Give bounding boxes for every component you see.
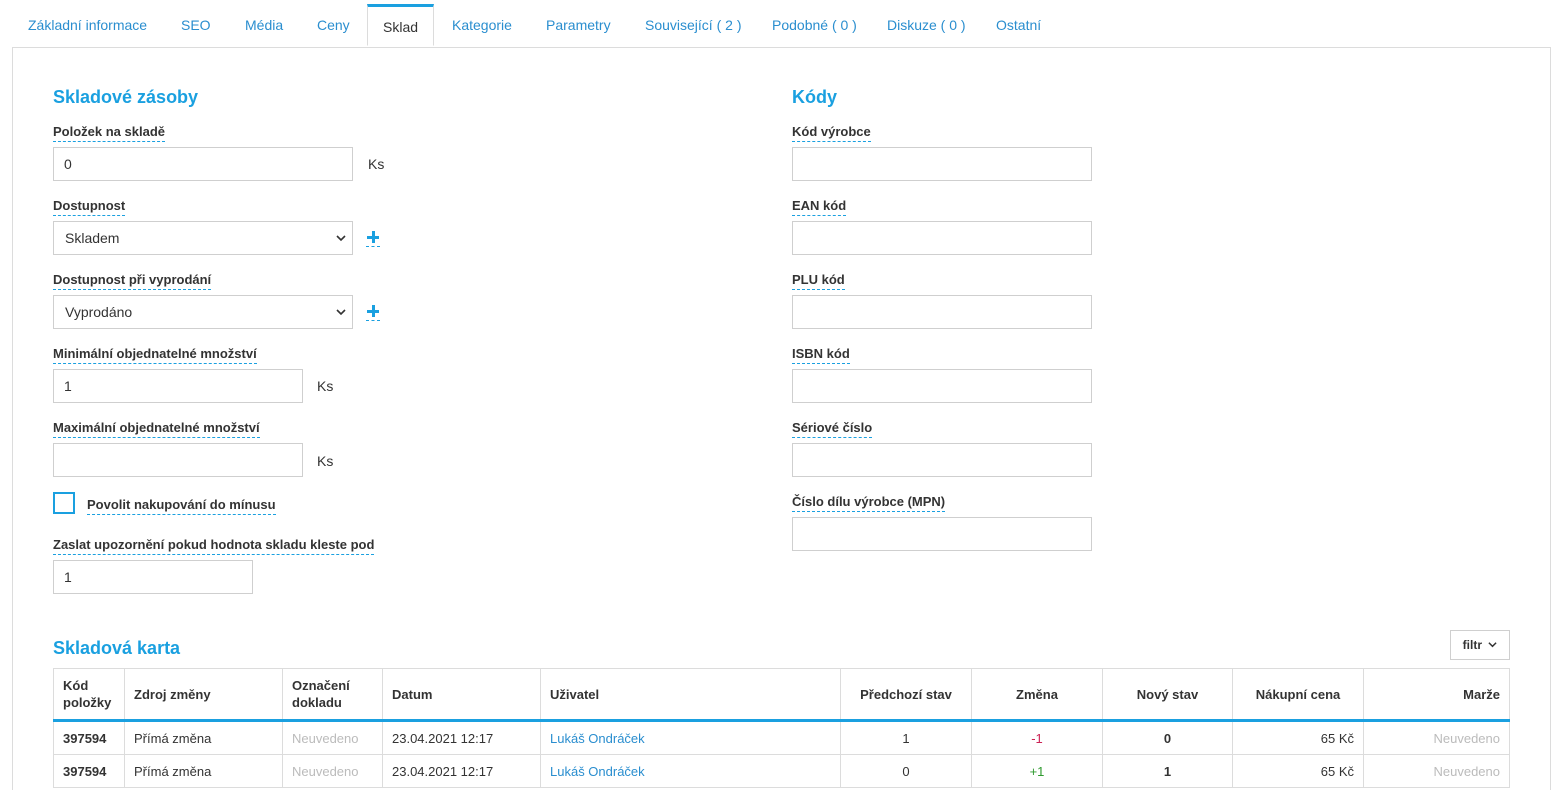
filter-label: filtr xyxy=(1462,638,1482,652)
col-date: Datum xyxy=(382,668,541,722)
serial-number-label: Sériové číslo xyxy=(792,420,873,438)
tab-parameters[interactable]: Parametry xyxy=(546,4,611,46)
availability-select[interactable]: Skladem xyxy=(53,221,353,255)
notify-input[interactable]: 1 xyxy=(53,560,253,594)
mpn-input[interactable] xyxy=(792,517,1092,551)
purchase-price: 65 Kč xyxy=(1232,720,1364,755)
margin: Neuvedeno xyxy=(1363,720,1510,755)
add-availability-sold-out-plus-icon[interactable] xyxy=(366,304,380,321)
col-document: Označení dokladu xyxy=(282,668,383,722)
codes-heading: Kódy xyxy=(792,87,837,107)
table-row: 397594 Přímá změna Neuvedeno 23.04.2021 … xyxy=(53,720,1510,755)
item-code: 397594 xyxy=(53,754,125,788)
col-change: Změna xyxy=(971,668,1103,722)
date: 23.04.2021 12:17 xyxy=(382,754,541,788)
margin: Neuvedeno xyxy=(1363,754,1510,788)
min-qty-unit: Ks xyxy=(317,378,334,394)
items-on-stock-label: Položek na skladě xyxy=(53,124,165,142)
ean-code-input[interactable] xyxy=(792,221,1092,255)
user-link[interactable]: Lukáš Ondráček xyxy=(540,720,841,755)
change-value: +1 xyxy=(971,754,1103,788)
tab-basic-info[interactable]: Základní informace xyxy=(28,4,147,46)
allow-negative-label[interactable]: Povolit nakupování do mínusu xyxy=(87,497,276,515)
tab-bar: Základní informace SEO Média Ceny Sklad … xyxy=(12,4,1551,48)
items-on-stock-input[interactable]: 0 xyxy=(53,147,353,181)
change-value: -1 xyxy=(971,720,1103,755)
stock-card-table: Kód položky Zdroj změny Označení dokladu… xyxy=(53,668,1510,788)
chevron-down-icon xyxy=(336,309,346,316)
availability-value: Skladem xyxy=(65,230,120,246)
availability-sold-out-label: Dostupnost při vyprodání xyxy=(53,272,212,290)
allow-negative-checkbox[interactable] xyxy=(53,492,75,514)
availability-label: Dostupnost xyxy=(53,198,126,216)
stock-card-heading: Skladová karta xyxy=(53,638,181,658)
previous-state: 0 xyxy=(840,754,972,788)
filter-button[interactable]: filtr xyxy=(1450,630,1510,660)
tab-discussion[interactable]: Diskuze ( 0 ) xyxy=(887,4,966,46)
change-source: Přímá změna xyxy=(124,720,283,755)
document: Neuvedeno xyxy=(282,720,383,755)
new-state: 0 xyxy=(1102,720,1233,755)
notify-label: Zaslat upozornění pokud hodnota skladu k… xyxy=(53,537,375,555)
new-state: 1 xyxy=(1102,754,1233,788)
document: Neuvedeno xyxy=(282,754,383,788)
mpn-label: Číslo dílu výrobce (MPN) xyxy=(792,494,946,512)
tab-stock[interactable]: Sklad xyxy=(367,4,434,46)
plu-code-label: PLU kód xyxy=(792,272,845,290)
min-qty-label: Minimální objednatelné množství xyxy=(53,346,257,364)
items-on-stock-unit: Ks xyxy=(368,156,385,172)
tab-prices[interactable]: Ceny xyxy=(317,4,350,46)
table-header-row: Kód položky Zdroj změny Označení dokladu… xyxy=(53,668,1510,722)
col-item-code: Kód položky xyxy=(53,668,125,722)
tab-categories[interactable]: Kategorie xyxy=(452,4,512,46)
serial-number-input[interactable] xyxy=(792,443,1092,477)
availability-sold-out-value: Vyprodáno xyxy=(65,304,133,320)
col-change-source: Zdroj změny xyxy=(124,668,283,722)
isbn-code-label: ISBN kód xyxy=(792,346,850,364)
max-qty-label: Maximální objednatelné množství xyxy=(53,420,260,438)
availability-sold-out-select[interactable]: Vyprodáno xyxy=(53,295,353,329)
isbn-code-input[interactable] xyxy=(792,369,1092,403)
user-link[interactable]: Lukáš Ondráček xyxy=(540,754,841,788)
max-qty-input[interactable] xyxy=(53,443,303,477)
plu-code-input[interactable] xyxy=(792,295,1092,329)
col-new-state: Nový stav xyxy=(1102,668,1233,722)
ean-code-label: EAN kód xyxy=(792,198,847,216)
col-margin: Marže xyxy=(1363,668,1510,722)
col-purchase-price: Nákupní cena xyxy=(1232,668,1364,722)
stock-heading: Skladové zásoby xyxy=(53,87,199,107)
chevron-down-icon xyxy=(1488,642,1497,648)
max-qty-unit: Ks xyxy=(317,453,334,469)
manufacturer-code-label: Kód výrobce xyxy=(792,124,871,142)
manufacturer-code-input[interactable] xyxy=(792,147,1092,181)
date: 23.04.2021 12:17 xyxy=(382,720,541,755)
tab-related[interactable]: Související ( 2 ) xyxy=(645,4,741,46)
previous-state: 1 xyxy=(840,720,972,755)
col-previous-state: Předchozí stav xyxy=(840,668,972,722)
add-availability-plus-icon[interactable] xyxy=(366,230,380,247)
change-source: Přímá změna xyxy=(124,754,283,788)
purchase-price: 65 Kč xyxy=(1232,754,1364,788)
tab-similar[interactable]: Podobné ( 0 ) xyxy=(772,4,857,46)
item-code: 397594 xyxy=(53,720,125,755)
tab-media[interactable]: Média xyxy=(245,4,283,46)
table-row: 397594 Přímá změna Neuvedeno 23.04.2021 … xyxy=(53,754,1510,788)
chevron-down-icon xyxy=(336,235,346,242)
min-qty-input[interactable]: 1 xyxy=(53,369,303,403)
tab-seo[interactable]: SEO xyxy=(181,4,211,46)
col-user: Uživatel xyxy=(540,668,841,722)
tab-other[interactable]: Ostatní xyxy=(996,4,1041,46)
